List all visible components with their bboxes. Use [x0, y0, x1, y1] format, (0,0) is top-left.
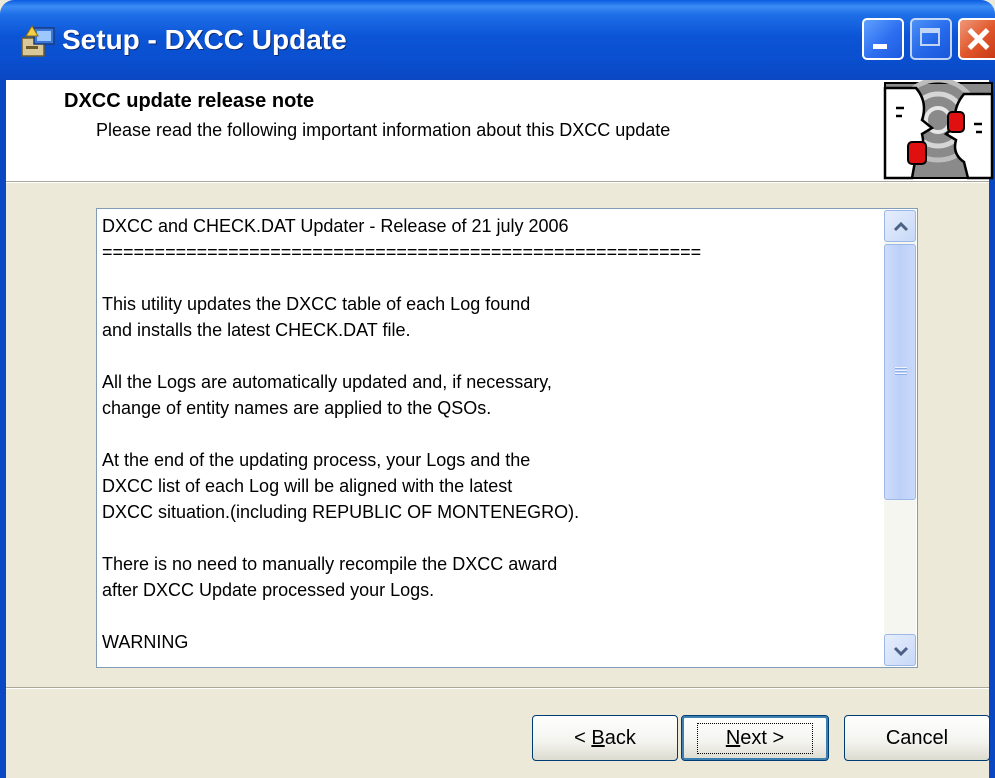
scroll-thumb[interactable]: [884, 244, 916, 500]
minimize-button[interactable]: [862, 18, 904, 60]
next-button-mnemonic: N: [725, 726, 741, 749]
release-note-text[interactable]: DXCC and CHECK.DAT Updater - Release of …: [102, 213, 882, 663]
next-button-focus: Next >: [696, 722, 814, 754]
title-bar[interactable]: Setup - DXCC Update: [0, 0, 995, 80]
header-separator: [6, 181, 989, 183]
scroll-down-arrow-icon: [893, 646, 909, 657]
back-button-mnemonic: B: [591, 726, 605, 749]
back-button-prefix: <: [574, 726, 592, 749]
scroll-down-button[interactable]: [884, 634, 916, 666]
next-button-label: ext >: [740, 726, 785, 749]
page-title: DXCC update release note: [64, 90, 315, 112]
window-border-left: [0, 80, 6, 778]
back-button-label: ack: [604, 726, 636, 749]
page-subtitle: Please read the following important info…: [96, 120, 671, 140]
scroll-up-arrow-icon: [893, 221, 909, 232]
release-note-memo[interactable]: DXCC and CHECK.DAT Updater - Release of …: [96, 208, 918, 668]
scroll-up-button[interactable]: [884, 210, 916, 242]
setup-installer-icon: [18, 22, 58, 62]
wizard-header: DXCC update release note Please read the…: [6, 77, 994, 181]
maximize-button[interactable]: [910, 18, 952, 60]
window-title: Setup - DXCC Update: [62, 24, 347, 55]
close-button[interactable]: [958, 18, 995, 60]
next-button[interactable]: Next >: [681, 715, 829, 761]
back-button[interactable]: < Back: [532, 715, 678, 761]
scroll-grip-icon: [895, 367, 907, 376]
cancel-button[interactable]: Cancel: [844, 715, 990, 761]
footer-separator: [6, 687, 989, 689]
wizard-faces-image: [882, 77, 995, 181]
window-border-right: [989, 80, 995, 778]
vertical-scrollbar[interactable]: [884, 210, 916, 666]
